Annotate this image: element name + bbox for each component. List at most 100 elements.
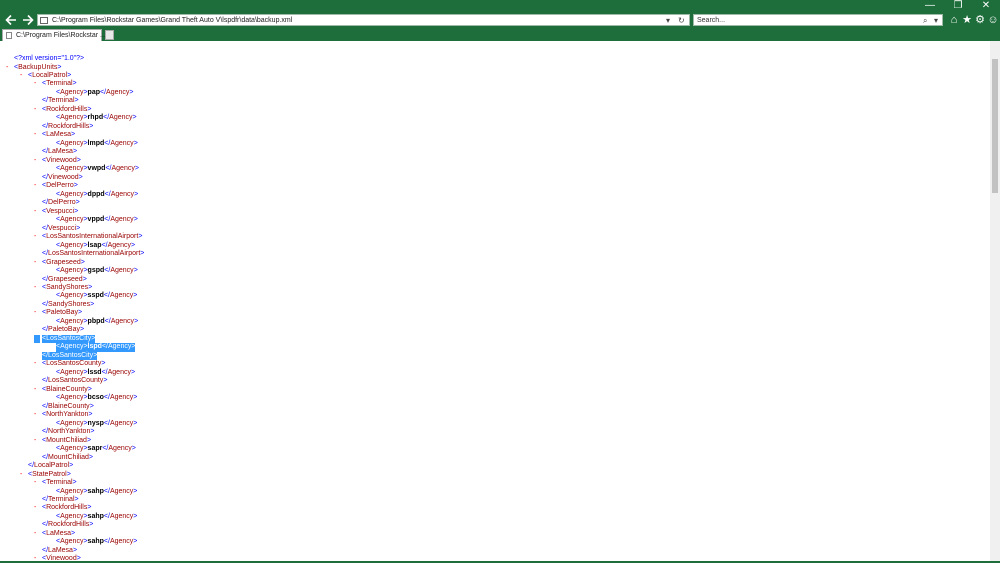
- bracket: >: [87, 385, 92, 393]
- xml-open-tag-line: <MountChiliad>: [42, 437, 91, 446]
- tag-name: Agency: [109, 292, 134, 300]
- collapse-toggle[interactable]: -: [34, 309, 40, 318]
- close-button[interactable]: ✕: [972, 0, 1000, 12]
- collapse-toggle[interactable]: -: [34, 208, 40, 217]
- tag-name: Agency: [109, 487, 134, 495]
- collapse-toggle[interactable]: -: [34, 131, 40, 140]
- collapse-toggle[interactable]: -: [20, 72, 26, 81]
- bracket: >: [131, 445, 136, 453]
- new-tab-button[interactable]: [105, 30, 114, 40]
- smiley-feedback-icon[interactable]: ☺: [987, 13, 999, 27]
- collapse-toggle[interactable]: -: [34, 530, 40, 539]
- bracket: >: [133, 512, 138, 520]
- bracket: >: [132, 114, 137, 122]
- search-dropdown-icon[interactable]: ▾: [934, 15, 938, 26]
- xml-agency-line: <Agency>bcso</Agency>: [56, 394, 137, 403]
- collapse-toggle[interactable]: -: [34, 411, 40, 420]
- settings-icon[interactable]: ⚙: [974, 13, 986, 27]
- xml-close-tag-line: </PaletoBay>: [42, 326, 84, 335]
- bracket: >: [86, 436, 92, 444]
- tag-name: Agency: [60, 165, 84, 173]
- collapse-toggle[interactable]: -: [34, 284, 40, 293]
- tag-name: Agency: [60, 343, 84, 351]
- collapse-toggle[interactable]: -: [34, 504, 40, 513]
- collapse-toggle[interactable]: -: [34, 334, 40, 344]
- collapse-toggle[interactable]: -: [34, 360, 40, 369]
- collapse-toggle[interactable]: -: [34, 106, 40, 115]
- collapse-toggle[interactable]: -: [6, 64, 12, 73]
- collapse-toggle[interactable]: -: [34, 479, 40, 488]
- xml-open-tag-line: <LosSantosCity>: [42, 334, 96, 344]
- address-bar[interactable]: C:\Program Files\Rockstar Games\Grand Th…: [37, 14, 690, 26]
- bracket: >: [74, 495, 79, 503]
- address-value[interactable]: C:\Program Files\Rockstar Games\Grand Th…: [52, 15, 292, 26]
- collapse-toggle[interactable]: -: [34, 386, 40, 395]
- xml-agency-line: <Agency>lsap</Agency>: [56, 242, 135, 251]
- bracket: >: [133, 419, 138, 427]
- tag-name: Grapeseed: [46, 258, 81, 266]
- xml-open-tag-line: <NorthYankton>: [42, 411, 92, 420]
- bracket: >: [91, 334, 96, 342]
- forward-arrow-icon[interactable]: [21, 13, 35, 27]
- collapse-toggle[interactable]: -: [34, 182, 40, 191]
- xml-agency-line: <Agency>sspd</Agency>: [56, 292, 137, 301]
- tag-name: NorthYankton: [48, 428, 91, 436]
- search-box[interactable]: Search... ⌕ ▾: [693, 14, 943, 26]
- bracket: >: [133, 139, 138, 147]
- minimize-button[interactable]: —: [916, 0, 944, 12]
- page-icon: [40, 17, 48, 24]
- tag-name: Agency: [60, 487, 84, 495]
- tag-name: Agency: [60, 267, 84, 275]
- bracket: >: [88, 453, 93, 461]
- xml-close-tag-line: </LosSantosCounty>: [42, 377, 107, 386]
- bracket: >: [131, 343, 136, 351]
- agency-value: nysp: [87, 419, 104, 427]
- xml-close-tag-line: </BlaineCounty>: [42, 403, 94, 412]
- refresh-icon[interactable]: ↻: [678, 15, 685, 26]
- bracket: >: [129, 88, 134, 96]
- collapse-toggle[interactable]: -: [34, 80, 40, 89]
- search-input[interactable]: Search...: [697, 15, 725, 26]
- tag-name: Agency: [60, 139, 84, 147]
- collapse-toggle[interactable]: -: [34, 157, 40, 166]
- restore-button[interactable]: ❐: [944, 0, 972, 12]
- bracket: >: [133, 216, 138, 224]
- xml-close-tag-line: </MountChiliad>: [42, 454, 93, 463]
- tag-name: Agency: [60, 394, 84, 402]
- collapse-toggle[interactable]: -: [20, 471, 26, 480]
- tag-name: Vinewood: [46, 156, 77, 164]
- address-dropdown-icon[interactable]: ▾: [666, 15, 670, 26]
- collapse-toggle[interactable]: -: [34, 437, 40, 446]
- agency-value: lssd: [87, 368, 102, 376]
- bracket: >: [134, 190, 139, 198]
- home-icon[interactable]: ⌂: [948, 13, 960, 27]
- tab-backup-xml[interactable]: C:\Program Files\Rockstar ...: [2, 29, 106, 41]
- xml-agency-line: <Agency>pap</Agency>: [56, 89, 134, 98]
- xml-close-tag-line: </LaMesa>: [42, 148, 77, 157]
- tag-name: Agency: [109, 114, 133, 122]
- search-icon[interactable]: ⌕: [923, 15, 927, 26]
- collapse-toggle[interactable]: -: [34, 233, 40, 242]
- tag-name: Agency: [60, 190, 84, 198]
- bracket: >: [82, 275, 87, 283]
- bracket: >: [93, 351, 98, 359]
- agency-value: vppd: [87, 216, 105, 224]
- back-arrow-icon[interactable]: [4, 13, 18, 27]
- xml-close-tag-line: </LaMesa>: [42, 547, 77, 556]
- tag-name: PaletoBay: [48, 326, 80, 334]
- vertical-scrollbar[interactable]: [990, 41, 1000, 563]
- bracket: >: [89, 521, 94, 529]
- scrollbar-thumb[interactable]: [992, 59, 998, 193]
- bracket: >: [87, 105, 92, 113]
- xml-agency-line: <Agency>sahp</Agency>: [56, 488, 137, 497]
- bracket: >: [88, 411, 93, 419]
- tag-name: Agency: [107, 368, 131, 376]
- tag-name: Agency: [110, 216, 134, 224]
- tag-name: Agency: [109, 512, 134, 520]
- collapse-toggle[interactable]: -: [34, 259, 40, 268]
- favorites-icon[interactable]: ★: [961, 13, 973, 27]
- agency-value: pbpd: [87, 317, 105, 325]
- tag-name: Grapeseed: [48, 275, 83, 283]
- bracket: >: [67, 71, 72, 79]
- tag-name: Agency: [109, 394, 134, 402]
